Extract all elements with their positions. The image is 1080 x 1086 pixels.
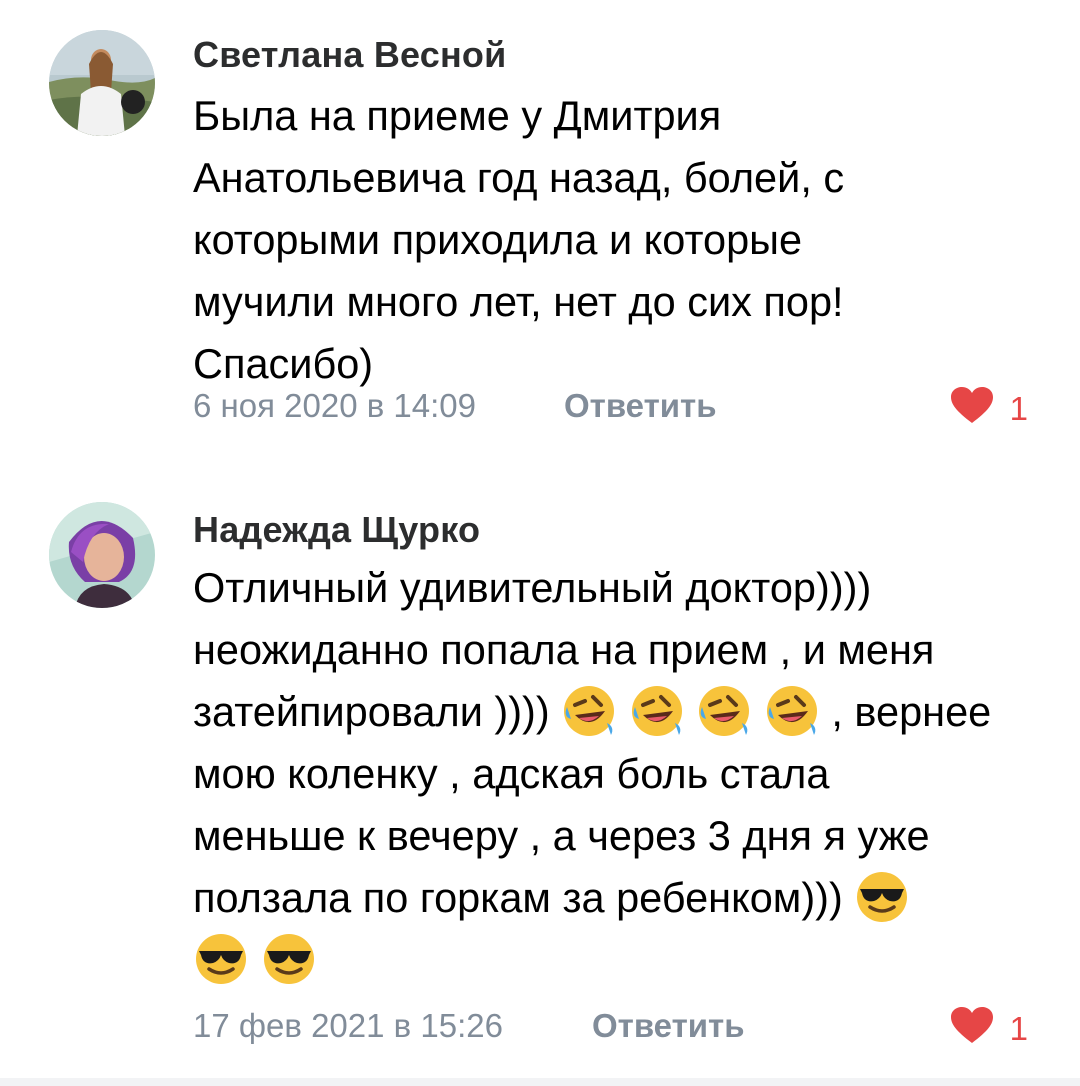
- avatar-svetlana[interactable]: [49, 30, 155, 136]
- sunglasses-emoji: [193, 931, 249, 987]
- comment-author[interactable]: Надежда Щурко: [193, 509, 480, 551]
- like-count: 1: [1009, 390, 1028, 427]
- comment-line: Анатольевича год назад, болей, с: [193, 154, 845, 201]
- rolling-laughing-emoji: [764, 683, 820, 739]
- comment-line: мою коленку , адская боль стала: [193, 750, 830, 797]
- heart-icon: [950, 386, 994, 432]
- comment-text: Была на приеме у Дмитрия Анатольевича го…: [193, 85, 1053, 395]
- heart-icon: [950, 1006, 994, 1052]
- comment-line: ползала по горкам за ребенком))): [193, 867, 1053, 929]
- rolling-laughing-emoji: [561, 683, 617, 739]
- bottom-divider: [0, 1078, 1080, 1086]
- rolling-laughing-emoji: [696, 683, 752, 739]
- comment-text: Отличный удивительный доктор)))) неожида…: [193, 557, 1053, 991]
- comment-line: неожиданно попала на прием , и меня: [193, 626, 935, 673]
- comment-line: [193, 929, 1053, 991]
- comment-line: меньше к вечеру , а через 3 дня я уже: [193, 812, 930, 859]
- sunglasses-emoji: [261, 931, 317, 987]
- avatar-nadezhda[interactable]: [49, 502, 155, 608]
- comment-line: мучили много лет, нет до сих пор!: [193, 278, 844, 325]
- like-button[interactable]: 1: [950, 386, 1028, 432]
- like-button[interactable]: 1: [950, 1006, 1028, 1052]
- comment-line: которыми приходила и которые: [193, 216, 803, 263]
- comment-line: Спасибо): [193, 340, 374, 387]
- reply-button[interactable]: Ответить: [592, 1007, 745, 1045]
- comment-line: Отличный удивительный доктор)))): [193, 564, 872, 611]
- comment-segment: ползала по горкам за ребенком))): [193, 874, 843, 921]
- rolling-laughing-emoji: [629, 683, 685, 739]
- comment-line: затейпировали )))) , вернее: [193, 681, 1053, 743]
- comment-date: 17 фев 2021 в 15:26: [193, 1007, 503, 1044]
- comment-date: 6 ноя 2020 в 14:09: [193, 387, 476, 424]
- like-count: 1: [1009, 1010, 1028, 1047]
- comment-line: Была на приеме у Дмитрия: [193, 92, 722, 139]
- comment-author[interactable]: Светлана Весной: [193, 34, 506, 76]
- comment-segment: затейпировали )))): [193, 688, 550, 735]
- sunglasses-emoji: [854, 869, 910, 925]
- comment-segment: , вернее: [831, 688, 992, 735]
- reply-button[interactable]: Ответить: [564, 387, 717, 425]
